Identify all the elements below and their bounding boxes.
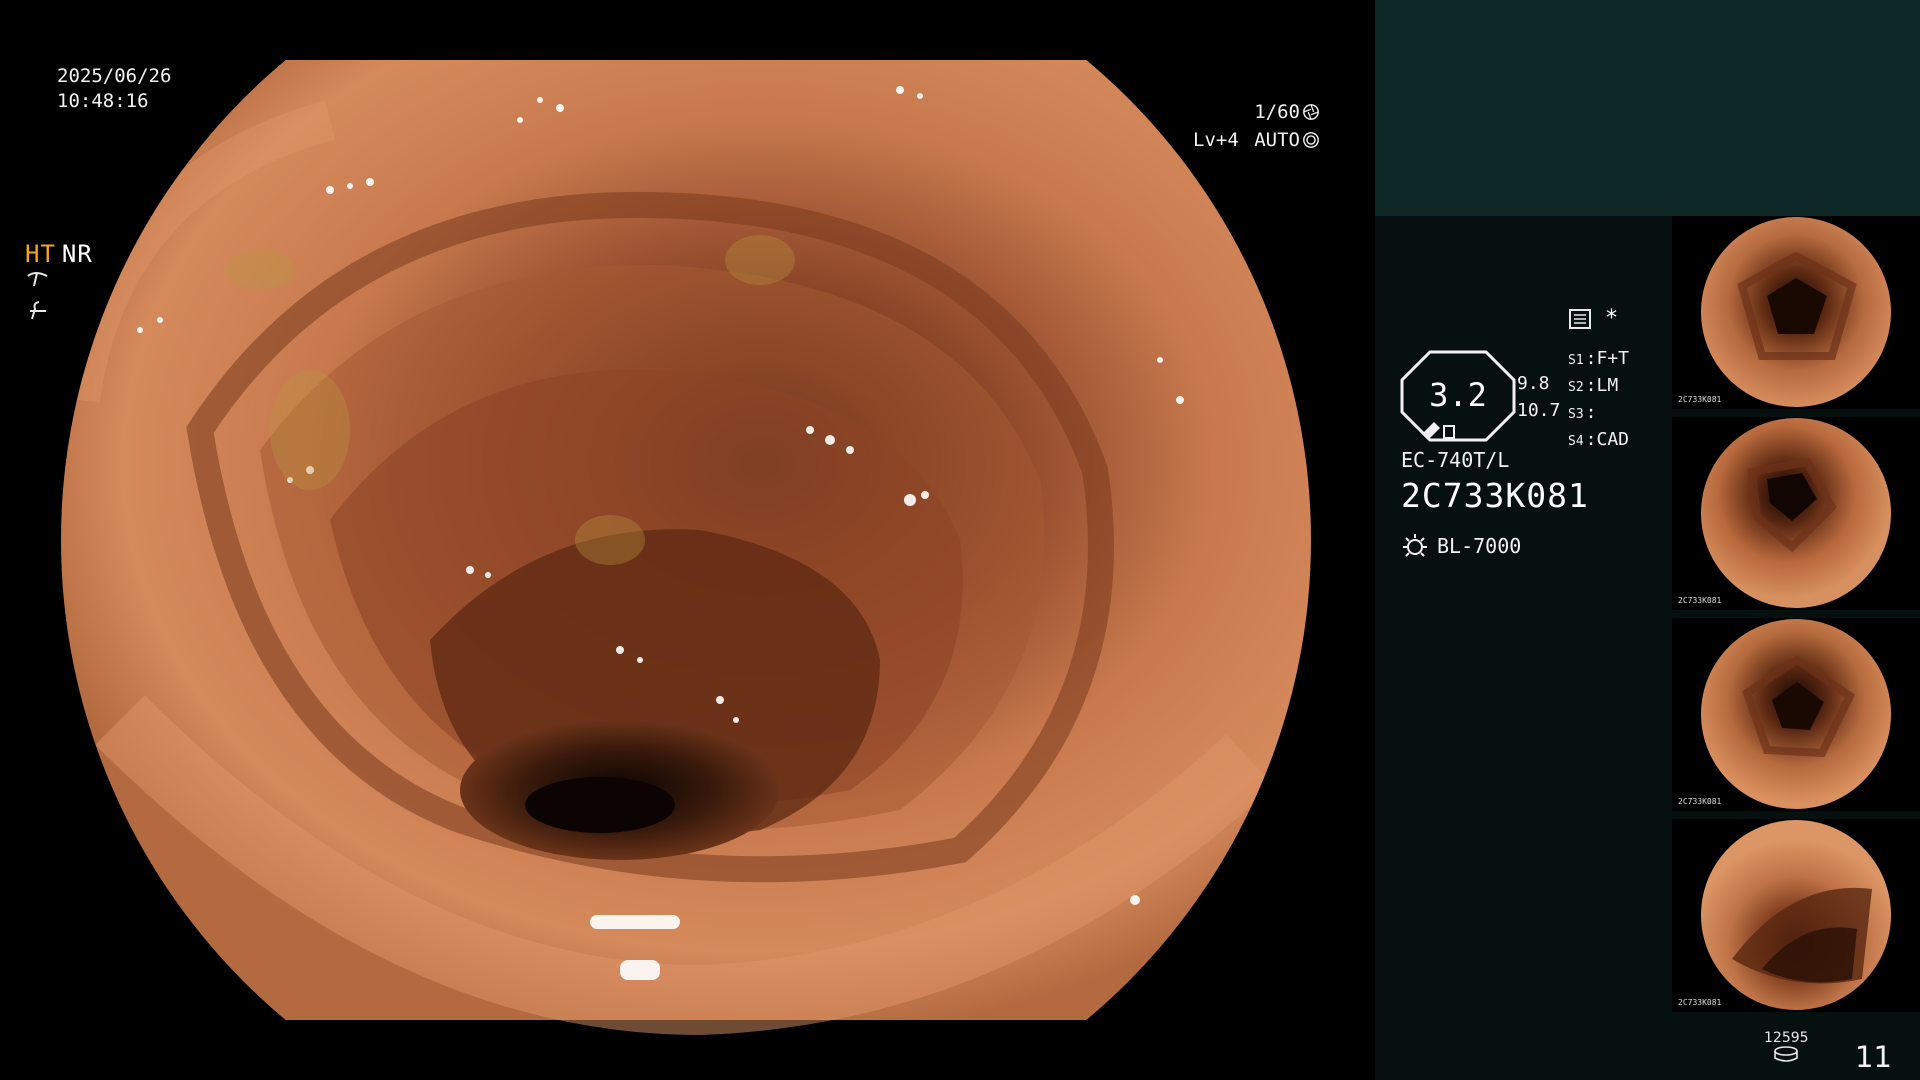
switch-s2: S2:LM — [1568, 375, 1619, 396]
svg-text:2C733K081: 2C733K081 — [1678, 998, 1722, 1007]
time-text: 10:48:16 — [57, 90, 149, 112]
processing-info: HT NR — [25, 240, 235, 330]
storage-icon — [1774, 1046, 1799, 1062]
svg-text:2C733K081: 2C733K081 — [1678, 395, 1722, 404]
thumbnail-1[interactable]: 2C733K081 — [1672, 216, 1920, 409]
iris-icon — [1303, 132, 1319, 148]
asterisk-mark: * — [1606, 306, 1617, 331]
iris-mode: AUTO — [1254, 129, 1300, 151]
sub-value-1: 9.8 — [1517, 373, 1550, 394]
mode-nr: NR — [61, 240, 93, 268]
exposure-readout: 1/60 Lv+4 AUTO — [1193, 98, 1320, 154]
enhancement-icon — [25, 268, 235, 299]
thumbnail-4[interactable]: 2C733K081 — [1672, 819, 1920, 1012]
capture-thumbnails: 2C733K081 2C733K081 2C733K081 2C733K081 — [1672, 216, 1920, 1012]
capture-count: 11 — [1855, 1040, 1892, 1074]
date-text: 2025/06/26 — [57, 65, 172, 87]
switch-s4: S4:CAD — [1568, 429, 1630, 450]
light-source-model: BL-7000 — [1437, 534, 1522, 558]
sub-value-2: 10.7 — [1517, 400, 1561, 421]
panel-icons: * — [1568, 306, 1617, 331]
scope-model: EC-740T/L — [1401, 448, 1510, 472]
brightness-level: Lv+4 — [1193, 129, 1239, 151]
shutter-speed: 1/60 — [1254, 101, 1300, 123]
timestamp: 2025/06/26 10:48:16 — [57, 64, 171, 114]
gauge-value: 3.2 — [1429, 376, 1487, 414]
record-list-icon — [1569, 308, 1591, 329]
lamp-icon — [1403, 534, 1427, 557]
panel-header-area — [1375, 0, 1920, 216]
mode-ht: HT — [25, 240, 56, 268]
svg-text:2C733K081: 2C733K081 — [1678, 797, 1722, 806]
switch-s3: S3: — [1568, 402, 1597, 423]
switch-assignments: S1:F+T S2:LM S3: S4:CAD — [1568, 346, 1629, 454]
svg-text:2C733K081: 2C733K081 — [1678, 596, 1722, 605]
aperture-icon — [1303, 104, 1319, 120]
switch-s1: S1:F+T — [1568, 348, 1630, 369]
endoscope-image — [61, 60, 1311, 1036]
zoom-gauge: 3.2 — [1400, 350, 1516, 446]
light-source: BL-7000 — [1401, 532, 1521, 560]
thumbnail-3[interactable]: 2C733K081 — [1672, 618, 1920, 811]
storage-indicator: 12595 — [1764, 1030, 1809, 1068]
storage-remaining: 12595 — [1764, 1030, 1809, 1046]
secondary-values: 9.8 10.7 — [1517, 370, 1560, 424]
endoscope-view: 2025/06/26 10:48:16 1/60 Lv+4 AUTO — [0, 0, 1372, 1080]
thumbnail-2[interactable]: 2C733K081 — [1672, 417, 1920, 610]
scope-serial: 2C733K081 — [1401, 476, 1589, 515]
filter-icon — [25, 299, 235, 330]
